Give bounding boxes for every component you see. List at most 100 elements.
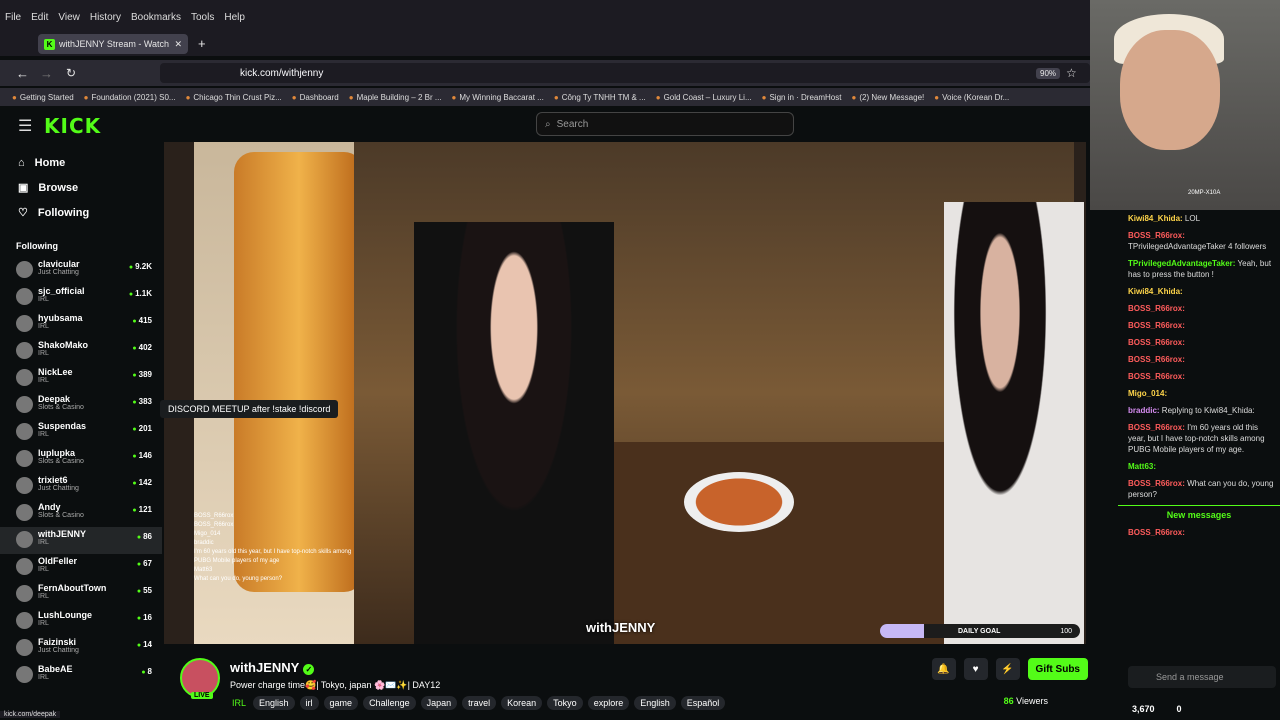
stream-tag[interactable]: game — [323, 696, 359, 710]
video-player[interactable]: BOSS_R66rox BOSS_R66rox Migo_014 braddic I'm… — [164, 142, 1086, 644]
stream-tag[interactable]: Japan — [420, 696, 458, 710]
close-tab-icon[interactable]: ✕ — [174, 39, 182, 50]
gift-subs-button[interactable]: Gift Subs — [1027, 658, 1088, 680]
sidebar-channel[interactable]: FaizinskiJust Chatting14 — [0, 635, 162, 662]
chat-message: BOSS_R66rox: TPrivilegedAdvantageTaker 4… — [1118, 227, 1280, 255]
bookmark-item[interactable]: Gold Coast – Luxury Li... — [656, 93, 752, 102]
bookmark-star-icon[interactable]: ☆ — [1066, 66, 1077, 80]
bookmark-item[interactable]: My Winning Baccarat ... — [452, 93, 543, 102]
chat-text: Replying to Kiwi84_Khida: — [1159, 406, 1255, 415]
sidebar-channel[interactable]: sjc_officialIRL1.1K — [0, 284, 162, 311]
stream-tag[interactable]: irl — [299, 696, 319, 710]
menu-item-edit[interactable]: Edit — [26, 12, 53, 23]
channel-avatar — [16, 504, 33, 521]
menu-item-bookmarks[interactable]: Bookmarks — [126, 12, 186, 23]
bookmark-item[interactable]: Maple Building – 2 Br ... — [349, 93, 442, 102]
bookmark-item[interactable]: Sign in · DreamHost — [762, 93, 841, 102]
stream-tag[interactable]: explore — [587, 696, 630, 710]
nav-label: Browse — [38, 181, 79, 194]
bookmark-item[interactable]: (2) New Message! — [851, 93, 924, 102]
bookmark-item[interactable]: Getting Started — [12, 93, 74, 102]
chat-username[interactable]: TPrivilegedAdvantageTaker: — [1128, 259, 1235, 268]
nav-browse[interactable]: ▣ Browse — [0, 175, 162, 200]
search-input[interactable]: ⌕ Search — [536, 112, 794, 136]
chat-username[interactable]: Matt63: — [1128, 462, 1156, 471]
sidebar-channel[interactable]: hyubsamaIRL415 — [0, 311, 162, 338]
menu-item-help[interactable]: Help — [219, 12, 250, 23]
stream-tag[interactable]: English — [253, 696, 295, 710]
following-heading: Following — [16, 241, 58, 251]
stream-tag[interactable]: travel — [462, 696, 497, 710]
stream-tag[interactable]: Korean — [501, 696, 543, 710]
stream-tag[interactable]: Tokyo — [547, 696, 583, 710]
live-badge: LIVE — [191, 692, 213, 699]
zoom-level[interactable]: 90% — [1036, 67, 1061, 79]
channel-points[interactable]: 3,670 — [1132, 704, 1155, 714]
chat-username[interactable]: BOSS_R66rox: — [1128, 355, 1185, 364]
menu-item-tools[interactable]: Tools — [186, 12, 219, 23]
following-icon: ♡ — [18, 207, 28, 219]
menu-item-history[interactable]: History — [85, 12, 126, 23]
sidebar-channel[interactable]: SuspendasIRL201 — [0, 419, 162, 446]
chat-message: Kiwi84_Khida: — [1118, 283, 1280, 300]
streamer-name[interactable]: withJENNY ✓ — [230, 660, 315, 675]
sidebar-channel[interactable]: BabeAEIRL8 — [0, 662, 162, 689]
new-tab-icon[interactable]: + — [198, 36, 206, 51]
stream-tag[interactable]: Español — [680, 696, 726, 710]
chat-username[interactable]: BOSS_R66rox: — [1128, 372, 1185, 381]
reload-icon[interactable]: ↻ — [66, 66, 76, 80]
channel-avatar — [16, 288, 33, 305]
tab-kick[interactable]: K withJENNY Stream - Watch ✕ — [38, 34, 188, 54]
chat-username[interactable]: BOSS_R66rox: — [1128, 338, 1185, 347]
chat-message: BOSS_R66rox: What can you do, young pers… — [1118, 475, 1280, 503]
notification-bell-icon[interactable]: 🔔 — [931, 658, 956, 680]
bookmark-item[interactable]: Công Ty TNHH TM & ... — [554, 93, 646, 102]
chat-username[interactable]: BOSS_R66rox: — [1128, 304, 1185, 313]
sidebar-channel[interactable]: FernAboutTownIRL55 — [0, 581, 162, 608]
chat-username[interactable]: braddic: — [1128, 406, 1160, 415]
stream-tag[interactable]: Challenge — [363, 696, 416, 710]
kick-logo[interactable]: KICK — [44, 114, 101, 138]
menu-item-view[interactable]: View — [53, 12, 85, 23]
url-field[interactable]: kick.com/withjenny — [160, 63, 1090, 83]
streamer — [414, 222, 614, 644]
menu-icon[interactable]: ☰ — [18, 116, 32, 136]
chat-username[interactable]: BOSS_R66rox: — [1128, 231, 1185, 240]
sidebar-channel[interactable]: AndySlots & Casino121 — [0, 500, 162, 527]
nav-following[interactable]: ♡ Following — [0, 200, 162, 225]
sidebar-channel[interactable]: ShakoMakoIRL402 — [0, 338, 162, 365]
bookmark-item[interactable]: Chicago Thin Crust Piz... — [186, 93, 281, 102]
sidebar-channel[interactable]: LushLoungeIRL16 — [0, 608, 162, 635]
chat-input[interactable]: Send a message — [1128, 666, 1276, 688]
chat-username[interactable]: BOSS_R66rox: — [1128, 423, 1185, 432]
menu-item-file[interactable]: File — [0, 12, 26, 23]
browser-menubar: File Edit View History Bookmarks Tools Help — [0, 0, 1280, 34]
browse-icon: ▣ — [18, 182, 29, 194]
sidebar-channel[interactable]: DeepakSlots & Casino383 — [0, 392, 162, 419]
sidebar-channel[interactable]: luplupkaSlots & Casino146 — [0, 446, 162, 473]
sidebar-channel[interactable]: withJENNYIRL86 — [0, 527, 162, 554]
forward-icon[interactable]: → — [40, 66, 53, 81]
search-icon: ⌕ — [545, 118, 551, 130]
chat-username[interactable]: BOSS_R66rox: — [1128, 479, 1185, 488]
stream-tag[interactable]: English — [634, 696, 676, 710]
sidebar-channel[interactable]: NickLeeIRL389 — [0, 365, 162, 392]
chat-username[interactable]: Kiwi84_Khida: — [1128, 287, 1183, 296]
follow-heart-icon[interactable]: ♥ — [963, 658, 988, 680]
chat-username[interactable]: BOSS_R66rox: — [1128, 321, 1185, 330]
channel-avatar — [16, 369, 33, 386]
back-icon[interactable]: ← — [16, 66, 29, 81]
sidebar-channel[interactable]: trixiet6Just Chatting142 — [0, 473, 162, 500]
sidebar-channel[interactable]: clavicularJust Chatting9.2K — [0, 257, 162, 284]
bookmark-item[interactable]: Foundation (2021) S0... — [84, 93, 176, 102]
chat-username[interactable]: Migo_014: — [1128, 389, 1167, 398]
sidebar-channel[interactable]: OldFellerIRL67 — [0, 554, 162, 581]
chat-username[interactable]: BOSS_R66rox: — [1128, 528, 1185, 537]
nav-home[interactable]: ⌂ Home — [0, 150, 162, 175]
category-tag[interactable]: IRL — [230, 696, 248, 710]
bookmark-item[interactable]: Dashboard — [292, 93, 339, 102]
bookmark-item[interactable]: Voice (Korean Dr... — [934, 93, 1009, 102]
chat-username[interactable]: Kiwi84_Khida: — [1128, 214, 1183, 223]
clip-icon[interactable]: ⚡ — [995, 658, 1020, 680]
new-messages-banner[interactable]: New messages — [1118, 505, 1280, 524]
